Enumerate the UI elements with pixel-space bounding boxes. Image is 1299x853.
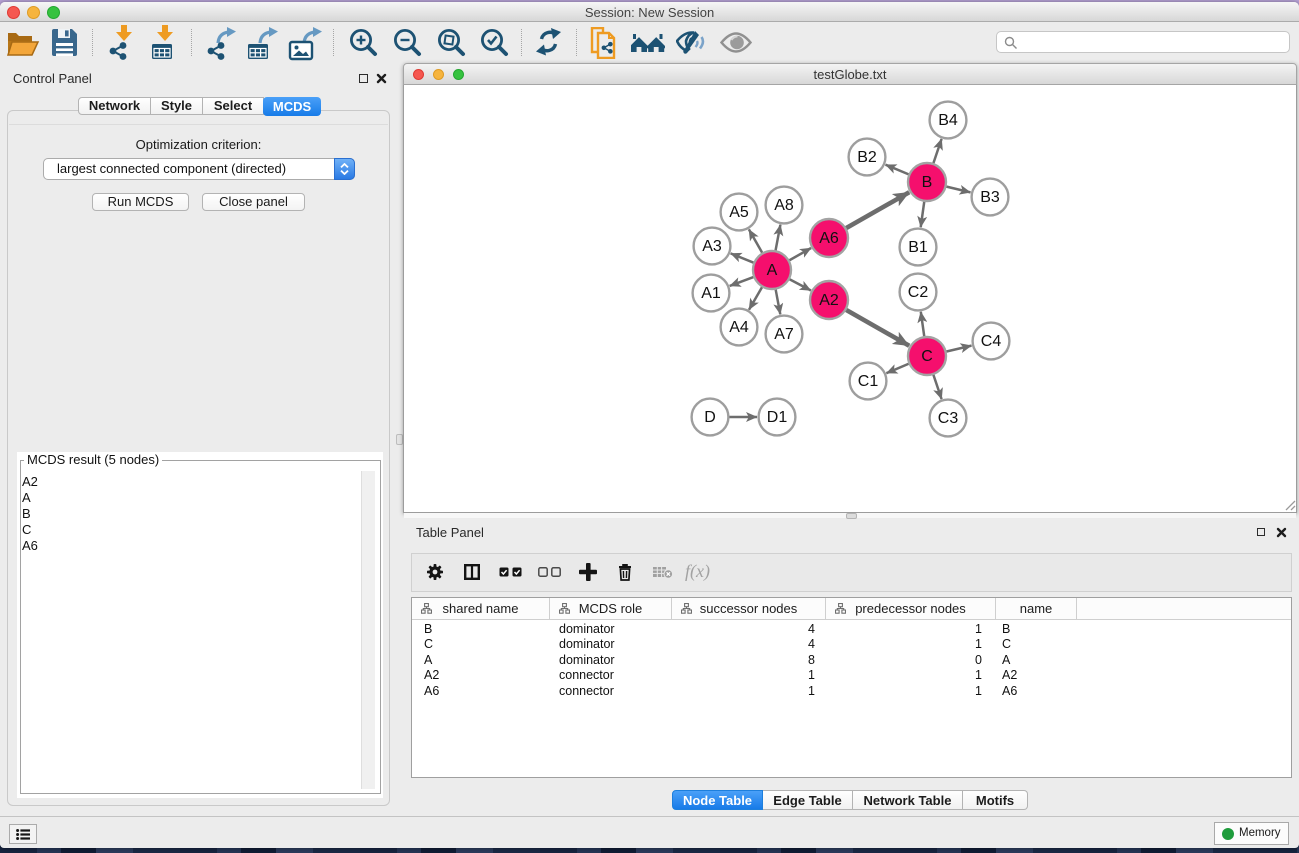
svg-text:A2: A2 [819, 292, 839, 309]
svg-text:B2: B2 [857, 149, 877, 166]
svg-text:A4: A4 [729, 319, 749, 336]
svg-text:A: A [767, 262, 778, 279]
svg-text:A5: A5 [729, 204, 749, 221]
svg-text:B3: B3 [980, 189, 1000, 206]
svg-text:D: D [704, 409, 716, 426]
svg-text:A1: A1 [701, 285, 721, 302]
svg-text:B: B [922, 174, 933, 191]
svg-text:B4: B4 [938, 112, 958, 129]
svg-text:A8: A8 [774, 197, 794, 214]
svg-text:C: C [921, 348, 933, 365]
svg-text:C1: C1 [858, 373, 879, 390]
svg-text:C4: C4 [981, 333, 1002, 350]
svg-text:B1: B1 [908, 239, 928, 256]
svg-text:A6: A6 [819, 230, 839, 247]
svg-text:A7: A7 [774, 326, 794, 343]
svg-text:C2: C2 [908, 284, 929, 301]
svg-text:A3: A3 [702, 238, 722, 255]
svg-text:C3: C3 [938, 410, 959, 427]
svg-text:D1: D1 [767, 409, 788, 426]
